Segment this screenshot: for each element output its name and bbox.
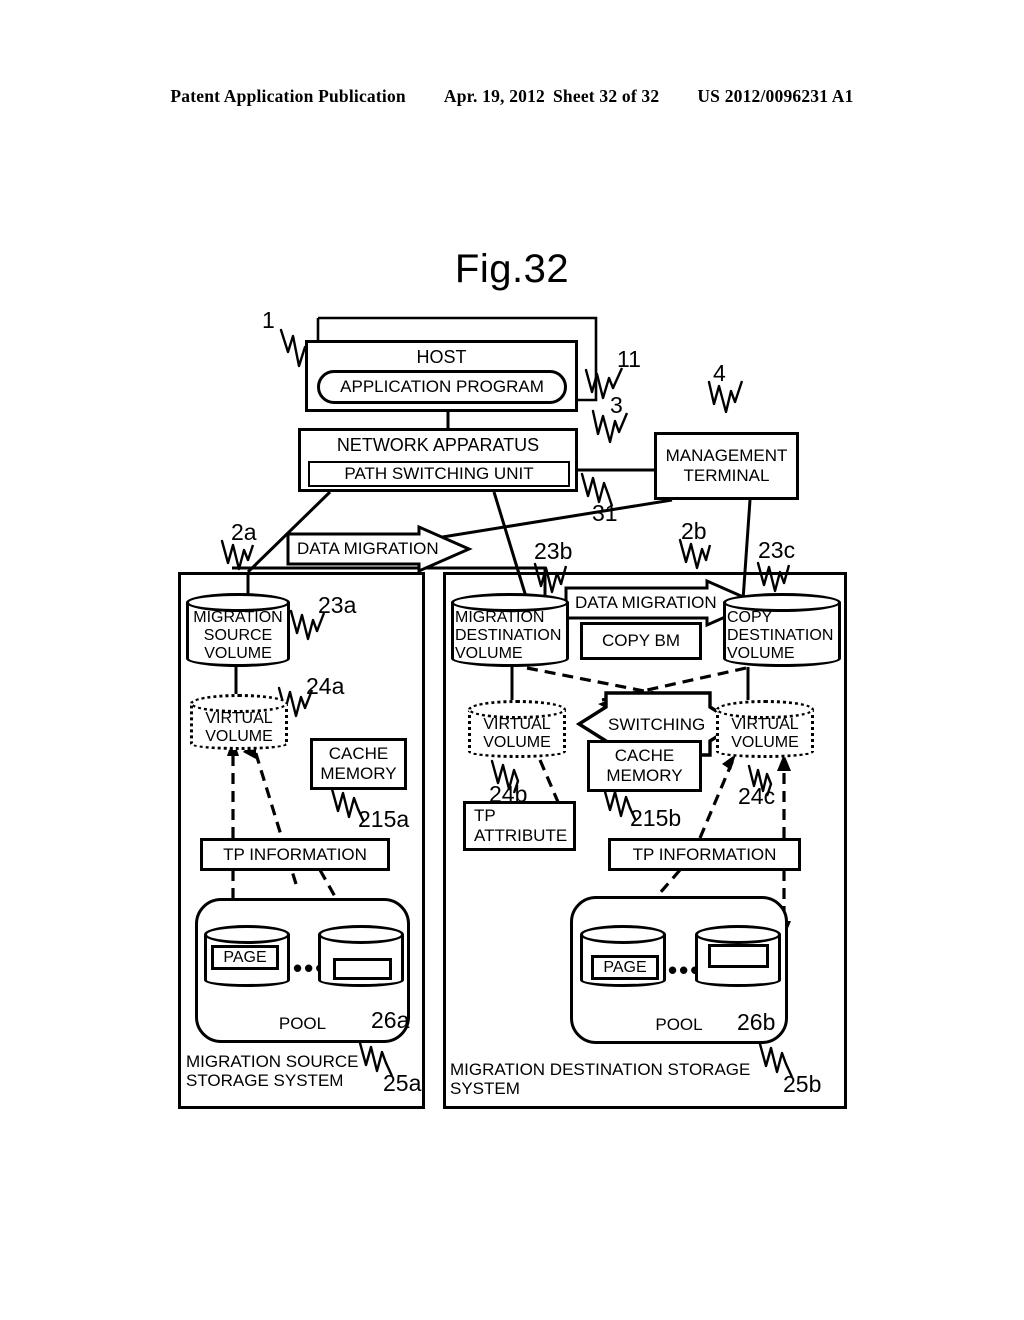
ref-pool-b: 25b	[783, 1071, 822, 1097]
page-a-label: PAGE	[223, 948, 267, 966]
data-migration-arrow-1: DATA MIGRATION	[286, 524, 473, 574]
ref-host: 1	[262, 307, 275, 333]
virtual-volume-c-label: VIRTUAL VOLUME	[731, 716, 799, 752]
copy-destination-volume-cylinder: COPY DESTINATION VOLUME	[723, 593, 841, 667]
migration-destination-volume-cylinder: MIGRATION DESTINATION VOLUME	[451, 593, 569, 667]
virtual-volume-b-cylinder: VIRTUAL VOLUME	[468, 700, 566, 758]
management-terminal-label: MANAGEMENT TERMINAL	[665, 445, 788, 485]
tp-information-a-label: TP INFORMATION	[223, 844, 367, 864]
virtual-volume-a-cylinder: VIRTUAL VOLUME	[190, 694, 288, 750]
virtual-volume-a-label: VIRTUAL VOLUME	[205, 710, 273, 746]
migration-source-storage-system-label: MIGRATION SOURCE STORAGE SYSTEM	[186, 1052, 359, 1091]
switching-label: SWITCHING	[608, 715, 706, 734]
copy-destination-volume-label: COPY DESTINATION VOLUME	[727, 609, 834, 663]
ref-storage-system-b: 2b	[681, 518, 707, 544]
path-switching-unit-label: PATH SWITCHING UNIT	[344, 464, 534, 483]
page-b-label: PAGE	[603, 958, 647, 976]
header-sheet: Sheet 32 of 32	[553, 86, 660, 106]
cache-memory-b-box: CACHE MEMORY	[587, 740, 702, 792]
cache-memory-b-label: CACHE MEMORY	[606, 746, 683, 785]
ref-application-program: 11	[617, 346, 641, 372]
ref-migration-destination-volume: 23b	[534, 538, 573, 564]
ref-pool-disk-a: 26a	[371, 1007, 410, 1033]
management-terminal-box: MANAGEMENT TERMINAL	[654, 432, 799, 500]
ref-copy-destination-volume: 23c	[758, 537, 796, 563]
migration-destination-volume-label: MIGRATION DESTINATION VOLUME	[455, 609, 562, 663]
copy-bm-box: COPY BM	[580, 622, 702, 660]
migration-destination-storage-system-label: MIGRATION DESTINATION STORAGE SYSTEM	[450, 1060, 751, 1099]
ref-cache-memory-b: 215b	[630, 805, 682, 831]
cylinder-top	[318, 925, 404, 944]
ref-migration-source-volume: 23a	[318, 592, 357, 618]
migration-source-volume-cylinder: MIGRATION SOURCE VOLUME	[186, 593, 290, 667]
cylinder-top	[695, 925, 781, 944]
tp-attribute-box: TP ATTRIBUTE	[463, 801, 576, 851]
virtual-volume-b-label: VIRTUAL VOLUME	[483, 716, 551, 752]
tp-attribute-label: TP ATTRIBUTE	[474, 806, 568, 845]
figure-title: Fig.32	[454, 247, 570, 291]
virtual-volume-c-cylinder: VIRTUAL VOLUME	[716, 700, 814, 758]
ref-virtual-volume-a: 24a	[306, 673, 345, 699]
cache-memory-a-box: CACHE MEMORY	[310, 738, 407, 790]
patent-figure-page: Patent Application Publication Apr. 19, …	[0, 0, 1024, 1320]
network-apparatus-label: NETWORK APPARATUS	[336, 435, 540, 455]
ref-path-switching-unit: 31	[592, 500, 618, 526]
application-program-box[interactable]: APPLICATION PROGRAM	[317, 370, 567, 404]
header-document-number: US 2012/0096231 A1	[697, 86, 854, 106]
tp-information-a-box: TP INFORMATION	[200, 838, 390, 871]
ref-cache-memory-a: 215a	[358, 806, 410, 832]
publication-header: Patent Application Publication Apr. 19, …	[0, 86, 1024, 107]
header-date: Apr. 19, 2012	[443, 86, 545, 106]
tp-information-b-box: TP INFORMATION	[608, 838, 801, 871]
cylinder-top	[580, 925, 666, 944]
page-a-box: PAGE	[211, 945, 279, 970]
tp-information-b-label: TP INFORMATION	[632, 844, 777, 864]
data-migration-arrow-1-label: DATA MIGRATION	[297, 539, 439, 558]
pool-a-allocated-area	[333, 958, 392, 980]
pool-b-allocated-area	[708, 944, 769, 968]
host-label: HOST	[416, 347, 467, 367]
migration-source-volume-label: MIGRATION SOURCE VOLUME	[193, 609, 283, 663]
copy-bm-label: COPY BM	[601, 631, 681, 650]
header-publication-label: Patent Application Publication	[170, 86, 406, 106]
application-program-label: APPLICATION PROGRAM	[340, 377, 544, 396]
ref-storage-system-a: 2a	[231, 519, 257, 545]
path-switching-unit-box[interactable]: PATH SWITCHING UNIT	[308, 461, 570, 487]
cache-memory-a-label: CACHE MEMORY	[320, 744, 397, 783]
ref-network-apparatus: 3	[610, 392, 623, 418]
cylinder-top	[204, 925, 290, 944]
ref-pool-a: 25a	[383, 1070, 422, 1096]
ref-pool-disk-b: 26b	[737, 1009, 776, 1035]
page-b-box: PAGE	[591, 955, 659, 980]
ref-virtual-volume-c: 24c	[738, 783, 776, 809]
ref-management-terminal: 4	[713, 360, 726, 386]
